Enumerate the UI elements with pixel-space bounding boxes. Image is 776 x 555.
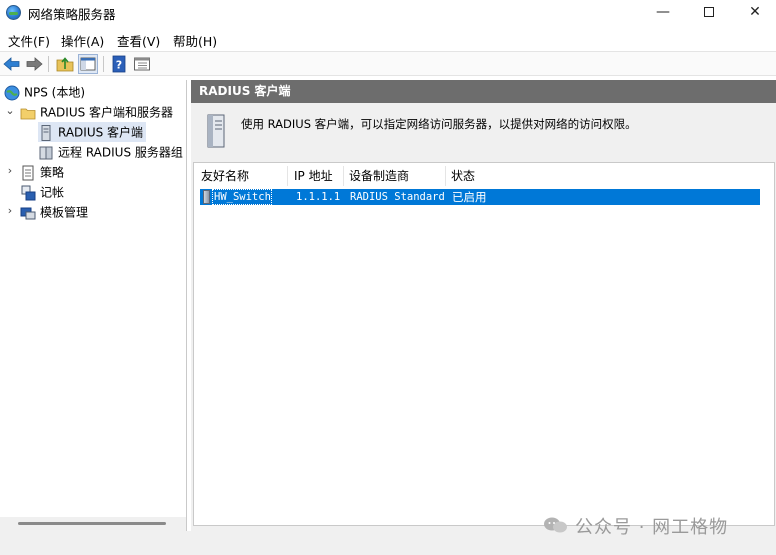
- tree-item-remote-groups[interactable]: 远程 RADIUS 服务器组: [38, 142, 183, 162]
- menu-view[interactable]: 查看(V): [117, 31, 160, 50]
- policy-document-icon: [20, 165, 36, 181]
- column-header-friendly-name[interactable]: 友好名称: [196, 166, 288, 186]
- radius-client-icon: [203, 190, 210, 204]
- tree-item-radius-clients[interactable]: RADIUS 客户端: [38, 122, 147, 142]
- watermark-text: 公众号 · 网工格物: [575, 517, 729, 538]
- tree-item-accounting[interactable]: 记帐: [20, 182, 64, 202]
- wechat-icon: [544, 517, 567, 533]
- cell-friendly-name: HW_Switch: [214, 191, 271, 203]
- svg-text:?: ?: [116, 59, 122, 72]
- template-management-icon: [20, 205, 36, 221]
- toolbar: ?: [0, 51, 776, 76]
- title-bar: 网络策略服务器 — ✕: [0, 0, 776, 26]
- tree-item-nps-root[interactable]: NPS (本地): [4, 82, 85, 102]
- toolbar-separator: [103, 56, 104, 72]
- expand-chevron-icon[interactable]: ›: [4, 164, 16, 177]
- tree-label: NPS (本地): [24, 85, 86, 100]
- tree-label: 策略: [40, 165, 65, 180]
- menu-action[interactable]: 操作(A): [61, 31, 104, 50]
- table-row[interactable]: HW_Switch 1.1.1.1 RADIUS Standard 已启用: [200, 189, 760, 205]
- details-pane: RADIUS 客户端 使用 RADIUS 客户端，可以指定网络访问服务器，以提供…: [191, 80, 776, 531]
- menu-bar: 文件(F) 操作(A) 查看(V) 帮助(H): [0, 28, 776, 50]
- description-text: 使用 RADIUS 客户端，可以指定网络访问服务器，以提供对网络的访问权限。: [241, 117, 637, 131]
- radius-clients-list: 友好名称 IP 地址 设备制造商 状态 HW_Switch 1.1.1.1 RA…: [193, 162, 775, 526]
- menu-file[interactable]: 文件(F): [8, 31, 50, 50]
- server-group-icon: [38, 145, 54, 161]
- cell-vendor: RADIUS Standard: [350, 191, 445, 203]
- show-hide-tree-icon[interactable]: [78, 54, 98, 74]
- tree-item-policies[interactable]: 策略: [20, 162, 64, 182]
- menu-help[interactable]: 帮助(H): [173, 31, 217, 50]
- console-tree: NPS (本地) ⌄ RADIUS 客户端和服务器 RADIUS 客户端 远程 …: [0, 80, 187, 531]
- accounting-icon: [20, 185, 36, 201]
- server-icon: [38, 124, 54, 141]
- tree-label: 模板管理: [40, 205, 89, 220]
- minimize-button[interactable]: —: [640, 0, 686, 26]
- expand-chevron-icon[interactable]: ›: [4, 204, 16, 217]
- column-header-vendor[interactable]: 设备制造商: [344, 166, 446, 186]
- pane-header: RADIUS 客户端: [191, 80, 776, 103]
- tree-horizontal-scrollbar[interactable]: [18, 522, 166, 525]
- close-button[interactable]: ✕: [732, 0, 776, 26]
- tree-item-templates[interactable]: 模板管理: [20, 202, 88, 222]
- cell-ip-address: 1.1.1.1: [296, 191, 341, 203]
- cell-status: 已启用: [452, 190, 487, 204]
- tree-label: RADIUS 客户端: [58, 125, 144, 140]
- nps-app-icon: [6, 5, 21, 20]
- tree-label: 记帐: [40, 185, 65, 200]
- server-tower-icon: [207, 114, 225, 148]
- maximize-icon: [704, 7, 714, 17]
- tree-label: RADIUS 客户端和服务器: [40, 105, 174, 120]
- toolbar-separator: [48, 56, 49, 72]
- folder-icon: [20, 105, 36, 121]
- column-header-ip-address[interactable]: IP 地址: [289, 166, 344, 186]
- column-header-status[interactable]: 状态: [446, 166, 536, 186]
- tree-label: 远程 RADIUS 服务器组: [58, 145, 183, 160]
- window-title: 网络策略服务器: [28, 7, 116, 22]
- up-folder-icon[interactable]: [55, 54, 75, 74]
- maximize-button[interactable]: [686, 0, 732, 26]
- back-arrow-icon[interactable]: [2, 54, 22, 74]
- console-view-icon[interactable]: [132, 54, 152, 74]
- collapse-chevron-icon[interactable]: ⌄: [4, 104, 16, 117]
- tree-item-radius-group[interactable]: RADIUS 客户端和服务器: [20, 102, 173, 122]
- globe-icon: [4, 85, 20, 101]
- help-icon[interactable]: ?: [109, 54, 129, 74]
- description-area: 使用 RADIUS 客户端，可以指定网络访问服务器，以提供对网络的访问权限。: [191, 103, 776, 160]
- forward-arrow-icon[interactable]: [24, 54, 44, 74]
